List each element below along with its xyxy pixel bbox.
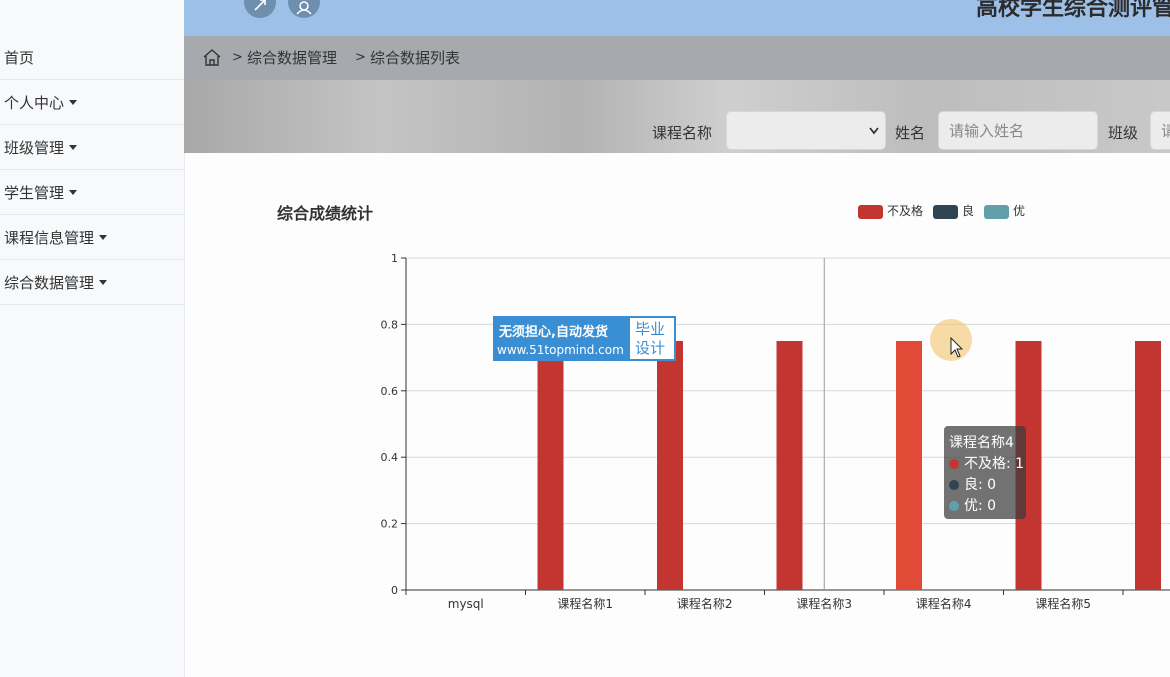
bar	[1135, 341, 1161, 590]
y-tick-label: 0.6	[381, 385, 399, 398]
x-tick-label: 课程名称5	[1035, 596, 1091, 611]
chart-tooltip: 课程名称4 不及格: 1 良: 0 优: 0	[944, 426, 1026, 519]
x-tick-label: 课程名称2	[677, 596, 733, 611]
tooltip-dot	[949, 480, 959, 490]
x-tick-label: 课程名称3	[796, 596, 852, 611]
bar	[896, 341, 922, 590]
bar	[776, 341, 803, 590]
watermark-line2: www.51topmind.com	[497, 343, 624, 357]
x-tick-label: mysql	[448, 597, 484, 611]
tooltip-row: 不及格: 1	[964, 456, 1025, 472]
mouse-pointer-icon	[950, 337, 964, 358]
y-tick-label: 0	[391, 584, 398, 597]
y-tick-label: 1	[391, 252, 398, 265]
bar	[537, 341, 564, 590]
tooltip-row: 优: 0	[964, 498, 997, 514]
y-tick-label: 0.2	[381, 518, 399, 531]
bar	[657, 341, 683, 590]
tooltip-title: 课程名称4	[949, 435, 1014, 451]
tooltip-row: 良: 0	[964, 477, 997, 493]
tooltip-dot	[949, 459, 959, 469]
y-tick-label: 0.8	[381, 318, 399, 331]
watermark-badge: 无须担心,自动发货 www.51topmind.com 毕业 设计	[493, 316, 676, 361]
watermark-line1: 无须担心,自动发货	[499, 325, 608, 340]
x-tick-label: 课程名称4	[916, 596, 972, 611]
x-tick-label: 课程名称1	[557, 596, 613, 611]
watermark-right2: 设计	[635, 339, 666, 357]
watermark-right1: 毕业	[635, 320, 666, 338]
y-tick-label: 0.4	[381, 451, 399, 464]
tooltip-dot	[949, 501, 959, 511]
